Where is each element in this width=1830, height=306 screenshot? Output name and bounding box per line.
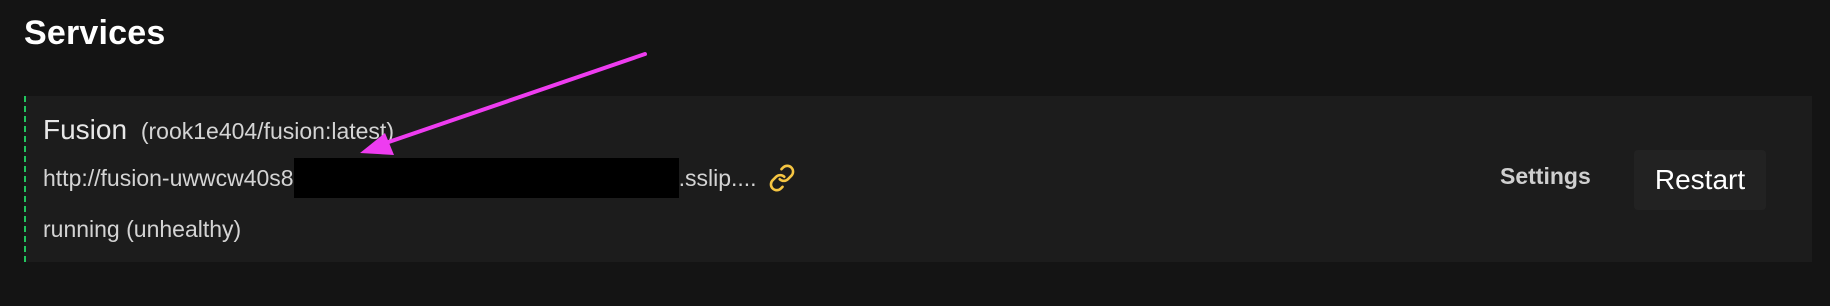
service-url-prefix: http://fusion-uwwcw40s8 (43, 164, 294, 191)
settings-button[interactable]: Settings (1500, 163, 1591, 190)
service-name: Fusion (43, 114, 128, 145)
link-icon[interactable] (767, 163, 797, 193)
service-card: Fusion (rook1e404/fusion:latest) http://… (24, 96, 1812, 262)
restart-button[interactable]: Restart (1634, 150, 1766, 210)
service-image: (rook1e404/fusion:latest) (140, 118, 394, 144)
service-url-row: http://fusion-uwwcw40s8 .sslip.... (43, 158, 797, 198)
service-url-suffix: .sslip.... (678, 164, 757, 191)
service-header: Fusion (rook1e404/fusion:latest) (43, 114, 394, 146)
service-url-link[interactable]: http://fusion-uwwcw40s8 .sslip.... (43, 158, 757, 198)
page-title: Services (24, 14, 166, 52)
service-status: running (unhealthy) (43, 216, 242, 242)
redaction-box (293, 158, 679, 198)
